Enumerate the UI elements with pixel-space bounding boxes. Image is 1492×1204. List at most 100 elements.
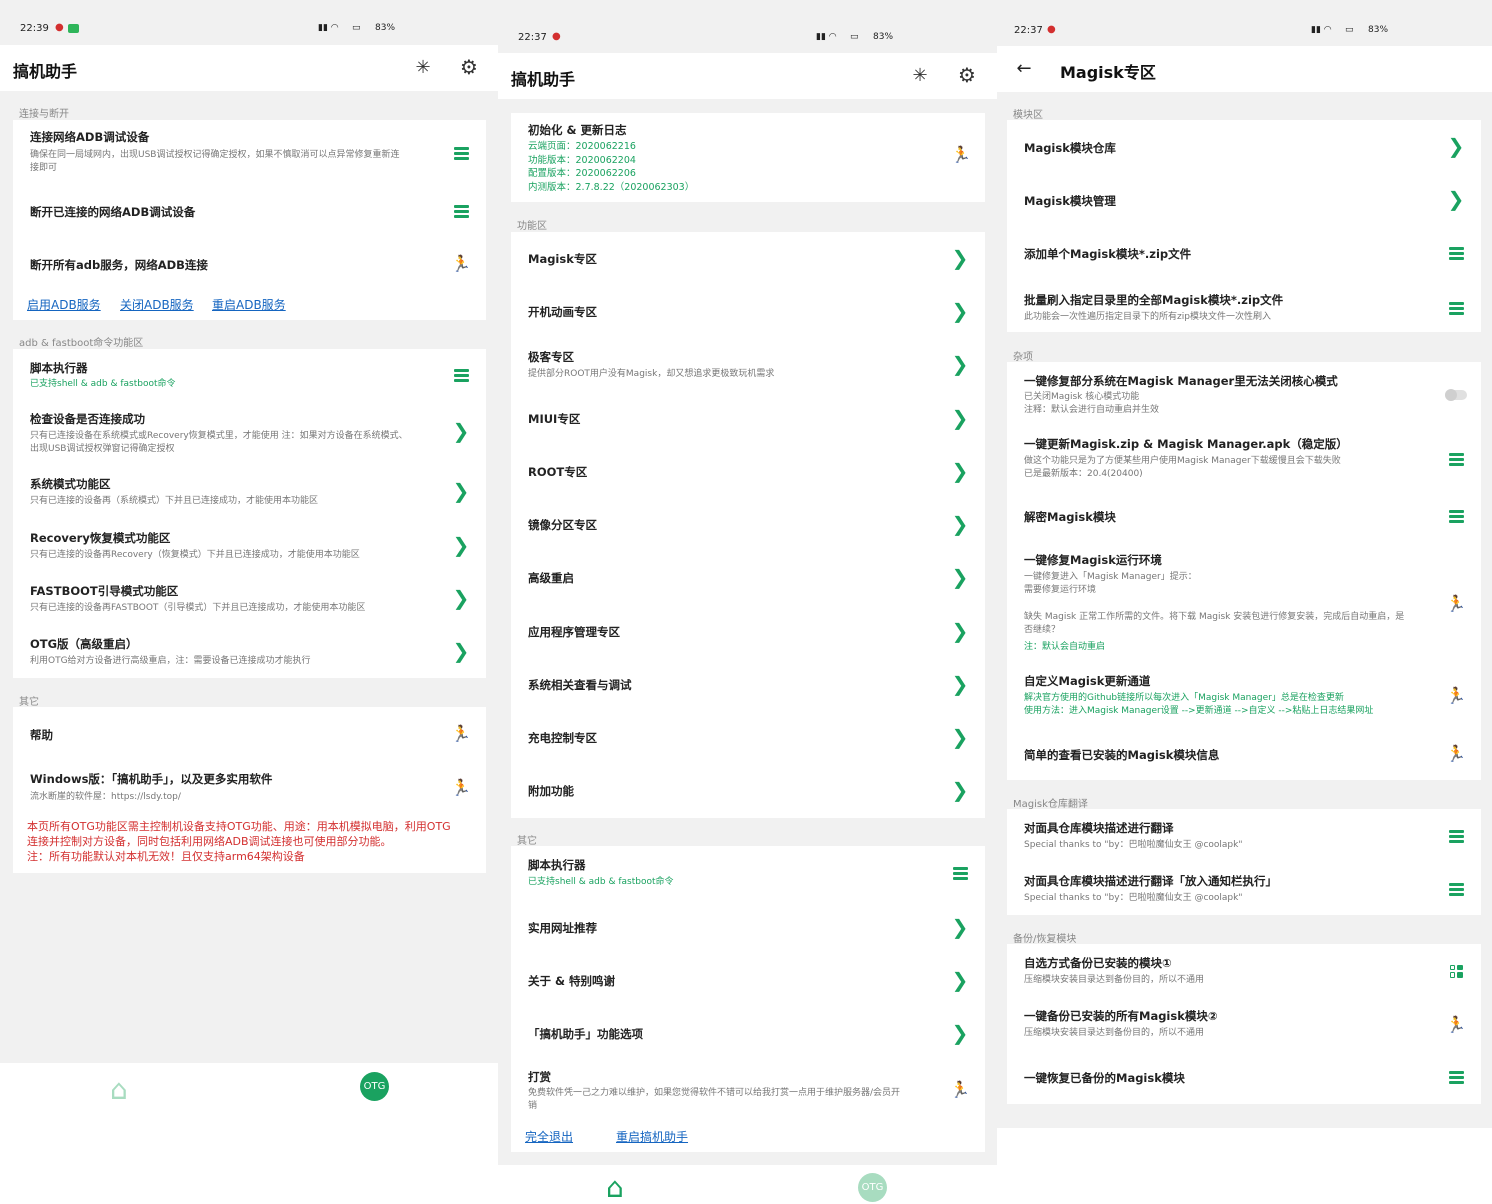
list-item[interactable]: MIUI专区 ❯ — [511, 392, 985, 444]
list-item[interactable]: 自定义Magisk更新通道 解决官方使用的Github链接所以每次进入「Magi… — [1007, 664, 1481, 724]
list-item[interactable]: 极客专区 提供部分ROOT用户没有Magisk，却又想追求更极致玩机需求 ❯ — [511, 338, 985, 390]
home-icon[interactable]: ⌂ — [606, 1171, 624, 1204]
menu-icon[interactable] — [1445, 448, 1467, 470]
list-item[interactable]: 简单的查看已安装的Magisk模块信息 🏃 — [1007, 728, 1481, 778]
list-item[interactable]: 一键修复部分系统在Magisk Manager里无法关闭核心模式 已关闭Magi… — [1007, 362, 1481, 424]
stop-adb-link[interactable]: 关闭ADB服务 — [120, 296, 194, 313]
run-icon[interactable]: 🏃 — [450, 252, 472, 274]
list-item[interactable]: 解密Magisk模块 — [1007, 494, 1481, 540]
list-item[interactable]: Magisk模块仓库 ❯ — [1007, 120, 1481, 173]
back-arrow-icon[interactable]: ← — [1011, 55, 1037, 81]
list-item[interactable]: 打赏 免费软件凭一己之力难以维护，如果您觉得软件不错可以给我打赏一点用于维护服务器… — [511, 1060, 985, 1118]
chevron-right-icon[interactable]: ❯ — [949, 726, 971, 748]
list-item[interactable]: Recovery恢复模式功能区 只有已连接的设备再Recovery（恢复模式）下… — [13, 521, 486, 571]
list-item[interactable]: 一键修复Magisk运行环境 一键修复进入「Magisk Manager」提示：… — [1007, 542, 1481, 662]
chevron-right-icon[interactable]: ❯ — [1445, 188, 1467, 210]
chevron-right-icon[interactable]: ❯ — [949, 916, 971, 938]
chevron-right-icon[interactable]: ❯ — [949, 247, 971, 269]
list-item[interactable]: 一键恢复已备份的Magisk模块 — [1007, 1050, 1481, 1103]
chevron-right-icon[interactable]: ❯ — [450, 480, 472, 502]
gear-icon[interactable]: ⚙ — [954, 62, 980, 88]
list-item[interactable]: 对面具仓库模块描述进行翻译「放入通知栏执行」 Special thanks to … — [1007, 862, 1481, 915]
toggle-switch[interactable] — [1445, 384, 1467, 406]
chevron-right-icon[interactable]: ❯ — [949, 673, 971, 695]
list-item[interactable]: 帮助 🏃 — [13, 707, 486, 759]
run-icon[interactable]: 🏃 — [949, 1078, 971, 1100]
exit-link[interactable]: 完全退出 — [525, 1128, 573, 1145]
list-item[interactable]: Windows版：「搞机助手」，以及更多实用软件 流水断崖的软件屋：https:… — [13, 762, 486, 812]
init-card[interactable]: 初始化 & 更新日志 云端页面：2020062216 功能版本：20200622… — [511, 113, 985, 202]
list-item[interactable]: 脚本执行器 已支持shell & adb & fastboot命令 — [511, 846, 985, 898]
list-item[interactable]: 断开所有adb服务，网络ADB连接 🏃 — [13, 242, 486, 292]
otg-tab[interactable]: OTG — [360, 1072, 389, 1101]
menu-icon[interactable] — [1445, 825, 1467, 847]
restart-app-link[interactable]: 重启搞机助手 — [616, 1128, 688, 1145]
chevron-right-icon[interactable]: ❯ — [1445, 135, 1467, 157]
restart-adb-link[interactable]: 重启ADB服务 — [212, 296, 286, 313]
run-icon[interactable]: 🏃 — [1445, 1013, 1467, 1035]
list-item[interactable]: 充电控制专区 ❯ — [511, 711, 985, 763]
list-item[interactable]: FASTBOOT引导模式功能区 只有已连接的设备再FASTBOOT（引导模式）下… — [13, 574, 486, 624]
chevron-right-icon[interactable]: ❯ — [949, 1022, 971, 1044]
menu-icon[interactable] — [450, 364, 472, 386]
chevron-right-icon[interactable]: ❯ — [450, 534, 472, 556]
home-icon[interactable]: ⌂ — [110, 1073, 128, 1106]
list-item[interactable]: 自选方式备份已安装的模块① 压缩模块安装目录达到备份目的，所以不通用 — [1007, 944, 1481, 997]
list-item[interactable]: OTG版（高级重启） 利用OTG给对方设备进行高级重启，注：需要设备已连接成功才… — [13, 627, 486, 677]
run-icon[interactable]: 🏃 — [450, 776, 472, 798]
list-item[interactable]: 开机动画专区 ❯ — [511, 285, 985, 337]
chevron-right-icon[interactable]: ❯ — [949, 460, 971, 482]
list-item[interactable]: 应用程序管理专区 ❯ — [511, 605, 985, 657]
chevron-right-icon[interactable]: ❯ — [949, 969, 971, 991]
run-icon[interactable]: 🏃 — [951, 145, 971, 164]
list-item[interactable]: 一键备份已安装的所有Magisk模块② 压缩模块安装目录达到备份目的，所以不通用 🏃 — [1007, 997, 1481, 1050]
list-item[interactable]: ROOT专区 ❯ — [511, 445, 985, 497]
list-item[interactable]: 附加功能 ❯ — [511, 764, 985, 816]
list-item[interactable]: 对面具仓库模块描述进行翻译 Special thanks to "by：巴啦啦魔仙… — [1007, 809, 1481, 862]
start-adb-link[interactable]: 启用ADB服务 — [27, 296, 101, 313]
list-item[interactable]: 批量刷入指定目录里的全部Magisk模块*.zip文件 此功能会一次性遍历指定目录… — [1007, 279, 1481, 332]
chevron-right-icon[interactable]: ❯ — [949, 300, 971, 322]
list-item[interactable]: 系统相关查看与调试 ❯ — [511, 658, 985, 710]
otg-tab[interactable]: OTG — [858, 1173, 887, 1202]
list-item[interactable]: 实用网址推荐 ❯ — [511, 901, 985, 953]
list-item[interactable]: 「搞机助手」功能选项 ❯ — [511, 1007, 985, 1059]
list-item[interactable]: 高级重启 ❯ — [511, 551, 985, 603]
gear-icon[interactable]: ⚙ — [456, 54, 482, 80]
chevron-right-icon[interactable]: ❯ — [949, 407, 971, 429]
menu-icon[interactable] — [1445, 1066, 1467, 1088]
chevron-right-icon[interactable]: ❯ — [450, 587, 472, 609]
loading-icon[interactable]: ✳ — [410, 54, 436, 80]
run-icon[interactable]: 🏃 — [1445, 742, 1467, 764]
menu-icon[interactable] — [1445, 297, 1467, 319]
menu-icon[interactable] — [1445, 878, 1467, 900]
list-item[interactable]: 镜像分区专区 ❯ — [511, 498, 985, 550]
chevron-right-icon[interactable]: ❯ — [949, 513, 971, 535]
grid-icon[interactable] — [1445, 960, 1467, 982]
list-item[interactable]: 脚本执行器 已支持shell & adb & fastboot命令 — [13, 349, 486, 401]
chevron-right-icon[interactable]: ❯ — [450, 640, 472, 662]
list-item[interactable]: 关于 & 特别鸣谢 ❯ — [511, 954, 985, 1006]
menu-icon[interactable] — [1445, 242, 1467, 264]
list-item[interactable]: 检查设备是否连接成功 只有已连接设备在系统模式或Recovery恢复模式里，才能… — [13, 404, 486, 462]
chevron-right-icon[interactable]: ❯ — [949, 566, 971, 588]
list-item[interactable]: Magisk专区 ❯ — [511, 232, 985, 284]
loading-icon[interactable]: ✳ — [907, 62, 933, 88]
chevron-right-icon[interactable]: ❯ — [949, 353, 971, 375]
list-item[interactable]: 一键更新Magisk.zip & Magisk Manager.apk（稳定版）… — [1007, 426, 1481, 492]
run-icon[interactable]: 🏃 — [1445, 684, 1467, 706]
menu-icon[interactable] — [450, 142, 472, 164]
list-item[interactable]: Magisk模块管理 ❯ — [1007, 173, 1481, 226]
menu-icon[interactable] — [1445, 505, 1467, 527]
list-item[interactable]: 添加单个Magisk模块*.zip文件 — [1007, 226, 1481, 279]
chevron-right-icon[interactable]: ❯ — [949, 620, 971, 642]
run-icon[interactable]: 🏃 — [1445, 592, 1467, 614]
menu-icon[interactable] — [450, 200, 472, 222]
list-item[interactable]: 连接网络ADB调试设备 确保在同一局域网内，出现USB调试授权记得确定授权，如果… — [13, 120, 486, 188]
chevron-right-icon[interactable]: ❯ — [949, 779, 971, 801]
chevron-right-icon[interactable]: ❯ — [450, 420, 472, 442]
run-icon[interactable]: 🏃 — [450, 722, 472, 744]
menu-icon[interactable] — [949, 862, 971, 884]
list-item[interactable]: 断开已连接的网络ADB调试设备 — [13, 190, 486, 240]
list-item[interactable]: 系统模式功能区 只有已连接的设备再（系统模式）下并且已连接成功，才能使用本功能区… — [13, 467, 486, 517]
